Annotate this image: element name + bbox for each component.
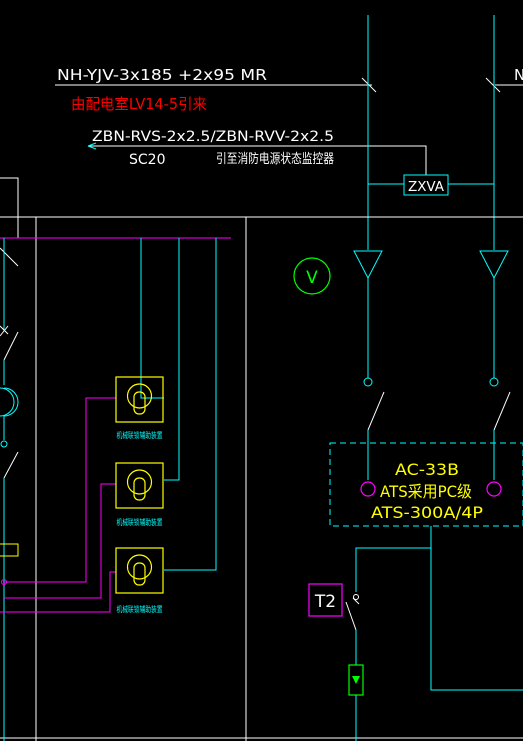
outgoing-circuit <box>345 526 523 741</box>
ats-model-label: AC-33B <box>395 460 459 479</box>
aux-signal-wires <box>0 238 217 613</box>
ats-contact-right <box>486 481 502 497</box>
aux-switch-3-label: 机械联锁辅助装置 <box>117 604 163 614</box>
monitor-note: 引至消防电源状态监控器 <box>216 151 334 167</box>
cable-main-cut-label: N <box>514 66 523 84</box>
ats-type-label: ATS采用PC级 <box>380 482 472 501</box>
aux-switch-3 <box>115 547 164 594</box>
transformer-tag-label: T2 <box>314 592 336 612</box>
aux-switch-2-label: 机械联锁辅助装置 <box>117 517 163 527</box>
voltmeter-label: V <box>306 268 318 288</box>
cable-main-label: NH-YJV-3x185 +2x95 MR <box>57 66 267 84</box>
source-note: 由配电室LV14-5引来 <box>71 95 207 113</box>
left-edge-circuit <box>0 238 19 741</box>
aux-switch-2 <box>115 462 164 509</box>
zxva-label: ZXVA <box>408 180 444 195</box>
electrical-diagram: NH-YJV-3x185 +2x95 MR N 由配电室LV14-5引来 ZBN… <box>0 15 523 741</box>
ats-contact-left <box>360 481 376 497</box>
cable-signal-label: ZBN-RVS-2x2.5/ZBN-RVV-2x2.5 <box>92 129 334 145</box>
aux-switch-1 <box>115 376 164 423</box>
ats-rating-label: ATS-300A/4P <box>371 503 483 522</box>
aux-switch-1-label: 机械联锁辅助装置 <box>117 430 163 440</box>
conduit-label: SC20 <box>129 152 165 168</box>
